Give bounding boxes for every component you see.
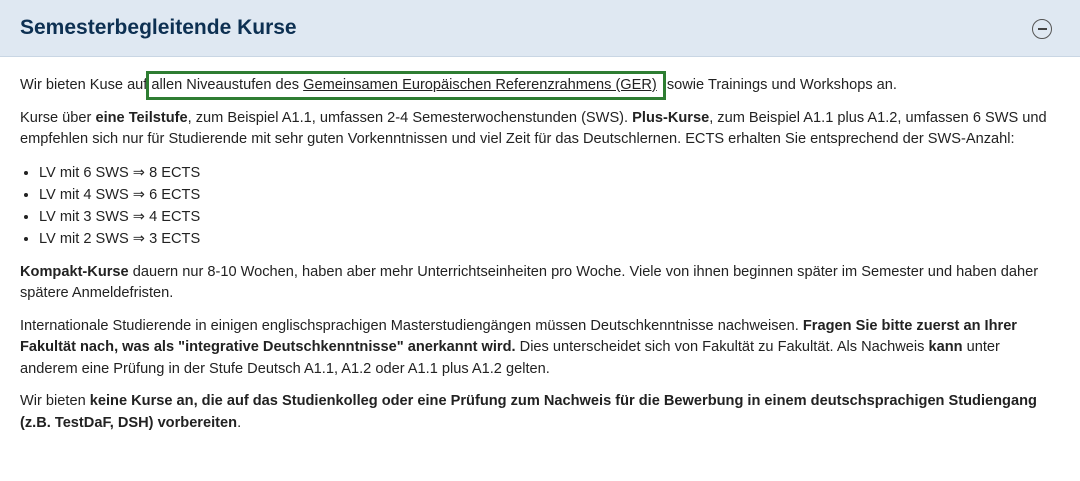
text-segment: dauern nur 8-10 Wochen, haben aber mehr … <box>20 263 1039 302</box>
bold-segment: Plus-Kurse <box>632 109 710 126</box>
intro-paragraph: Wir bieten Kuse auf allen Niveaustufen d… <box>20 71 1060 100</box>
international-students-paragraph: Internationale Studierende in einigen en… <box>20 316 1060 381</box>
ects-list: LV mit 6 SWS ⇒ 8 ECTS LV mit 4 SWS ⇒ 6 E… <box>20 162 1060 250</box>
text-segment: Internationale Studierende in einigen en… <box>20 317 803 334</box>
accordion-header[interactable]: Semesterbegleitende Kurse <box>0 0 1080 57</box>
bold-segment: kann <box>928 339 963 355</box>
text-segment: , zum Beispiel A1.1, umfassen 2-4 Semest… <box>187 109 633 126</box>
intro-text-start: Wir bieten Kuse auf <box>20 77 152 93</box>
accordion-section: Semesterbegleitende Kurse Wir bieten Kus… <box>0 0 1080 481</box>
text-segment: . <box>237 414 242 431</box>
compact-courses-paragraph: Kompakt-Kurse dauern nur 8-10 Wochen, ha… <box>20 262 1060 305</box>
minus-bar <box>1037 28 1047 30</box>
highlight-box: allen Niveaustufen des Gemeinsamen Europ… <box>146 71 666 100</box>
text-segment: Wir bieten <box>20 393 90 409</box>
ger-link[interactable]: Gemeinsamen Europäischen Referenzrahmens… <box>303 77 657 93</box>
section-title: Semesterbegleitende Kurse <box>20 16 297 39</box>
list-item: LV mit 3 SWS ⇒ 4 ECTS <box>39 206 1060 228</box>
text-segment: Kurse über <box>20 109 96 126</box>
bold-segment: eine Teilstufe <box>95 109 188 126</box>
highlight-text: allen Niveaustufen des <box>151 77 304 93</box>
list-item: LV mit 2 SWS ⇒ 3 ECTS <box>39 228 1060 250</box>
bold-segment: Kompakt-Kurse <box>20 263 129 280</box>
list-item: LV mit 4 SWS ⇒ 6 ECTS <box>39 184 1060 206</box>
accordion-body: Wir bieten Kuse auf allen Niveaustufen d… <box>0 57 1080 434</box>
course-types-paragraph: Kurse über eine Teilstufe, zum Beispiel … <box>20 108 1060 151</box>
minus-circle-icon[interactable] <box>1032 19 1052 39</box>
text-segment: Dies unterscheidet sich von Fakultät zu … <box>515 339 929 355</box>
intro-text-end: sowie Trainings und Workshops an. <box>662 77 897 93</box>
bold-segment: keine Kurse an, die auf das Studienkolle… <box>20 393 1037 431</box>
list-item: LV mit 6 SWS ⇒ 8 ECTS <box>39 162 1060 184</box>
no-prep-courses-paragraph: Wir bieten keine Kurse an, die auf das S… <box>20 391 1060 434</box>
